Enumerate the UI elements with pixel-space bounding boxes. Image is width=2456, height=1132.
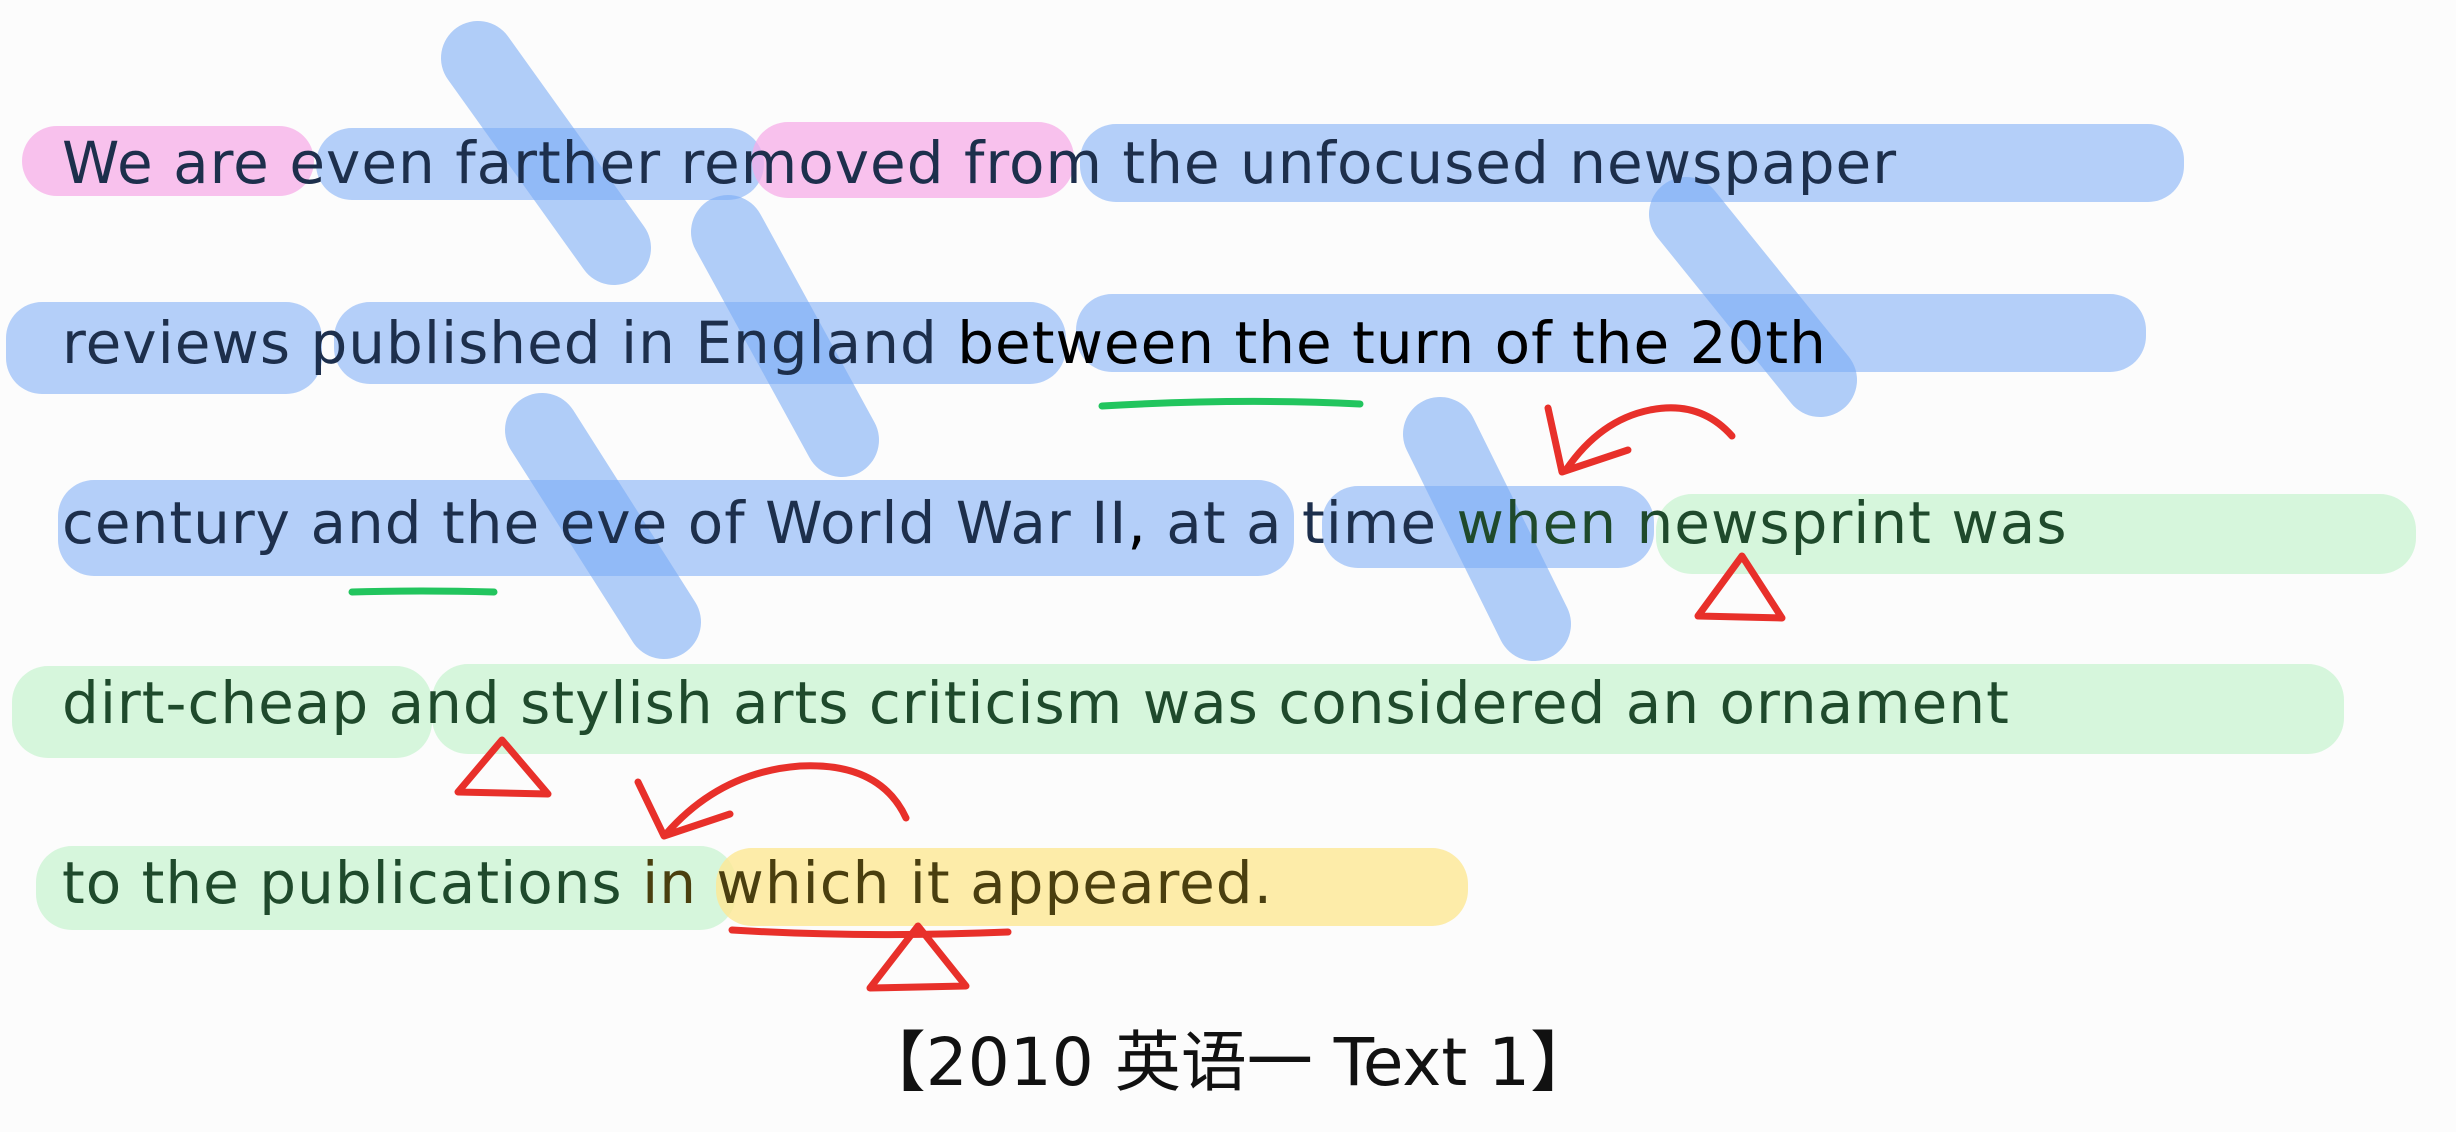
curved-arrow-icon <box>634 778 734 840</box>
curved-arrow-icon <box>662 762 910 838</box>
text-segment: between the turn of the 20th <box>957 309 1827 377</box>
sentence-line-2: reviews published in England between the… <box>62 314 1827 372</box>
curved-arrow-icon <box>1544 404 1632 476</box>
underline-mark <box>728 926 1012 939</box>
text-segment: We are <box>62 129 290 197</box>
text-segment: , <box>1127 489 1167 557</box>
text-segment: in which it appeared. <box>642 849 1273 917</box>
annotated-sentence-slide: We are even farther removed from the unf… <box>0 0 2456 1132</box>
source-caption: 【2010 英语一 Text 1】 <box>859 1024 1597 1101</box>
text-segment: removed <box>680 129 964 197</box>
text-segment: at a time <box>1166 489 1457 557</box>
sentence-line-5: to the publications in which it appeared… <box>62 854 1273 912</box>
underline-mark <box>1098 397 1364 410</box>
curved-arrow-icon <box>1562 404 1736 474</box>
text-segment: even farther <box>289 129 681 197</box>
text-segment: from the unfocused newspaper <box>963 129 1898 197</box>
sentence-line-3: century and the eve of World War II, at … <box>62 494 2068 552</box>
text-segment: century and the eve of World War II <box>62 489 1128 557</box>
underline-mark <box>348 587 498 596</box>
triangle-icon <box>866 922 970 992</box>
text-segment: when newsprint was <box>1456 489 2068 557</box>
text-segment: reviews published in England <box>62 309 958 377</box>
text-segment: to the publications <box>62 849 643 917</box>
text-segment: dirt-cheap <box>62 669 389 737</box>
sentence-line-4: dirt-cheap and stylish arts criticism wa… <box>62 674 2010 732</box>
sentence-line-1: We are even farther removed from the unf… <box>62 134 1897 192</box>
text-segment: and stylish arts criticism was considere… <box>388 669 2010 737</box>
